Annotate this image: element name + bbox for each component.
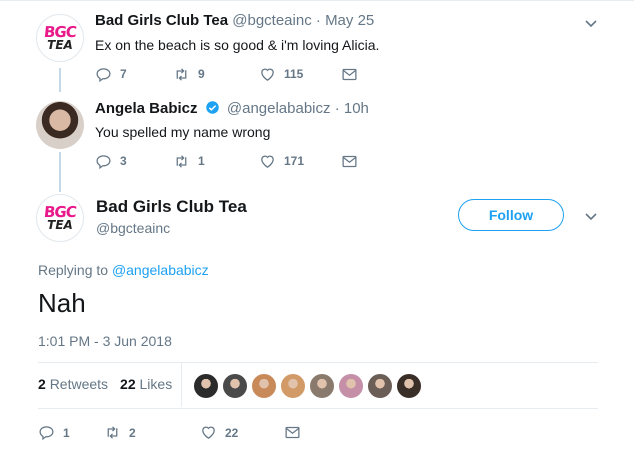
- retweet-action[interactable]: 2: [104, 424, 200, 441]
- retweet-count: 2: [129, 425, 136, 440]
- liker-avatar[interactable]: [193, 373, 219, 399]
- reply-action[interactable]: 7: [95, 66, 173, 83]
- liker-avatar[interactable]: [309, 373, 335, 399]
- likes-stat[interactable]: 22 Likes: [120, 376, 172, 392]
- tweet-header: Bad Girls Club Tea @bgcteainc · May 25: [95, 12, 374, 29]
- stats-top-divider: [38, 362, 598, 363]
- replying-to-prefix: Replying to: [38, 262, 112, 278]
- liker-avatar[interactable]: [367, 373, 393, 399]
- stats-vertical-divider: [181, 363, 182, 407]
- chevron-down-icon[interactable]: [584, 16, 598, 30]
- heart-icon: [202, 426, 215, 439]
- tweet-actions: 7 9 115: [95, 65, 358, 83]
- liker-avatar[interactable]: [251, 373, 277, 399]
- follow-button[interactable]: Follow: [458, 199, 564, 231]
- retweet-icon: [107, 426, 118, 439]
- like-count: 22: [225, 425, 239, 440]
- focused-tweet-text: Nah: [38, 288, 86, 318]
- separator-dot: ·: [315, 12, 321, 29]
- like-count: 171: [284, 154, 305, 168]
- bgc-avatar[interactable]: BGC TEA: [36, 14, 84, 62]
- reply-count: 1: [63, 425, 70, 440]
- retweet-icon: [176, 67, 187, 81]
- tweet-time[interactable]: 10h: [344, 100, 369, 117]
- tweet-angela-reply[interactable]: Angela Babicz @angelababicz · 10h You sp…: [0, 95, 634, 185]
- tweet-time[interactable]: May 25: [325, 12, 374, 29]
- focused-display-name[interactable]: Bad Girls Club Tea: [96, 197, 247, 217]
- liker-avatar[interactable]: [222, 373, 248, 399]
- retweets-stat-label: Retweets: [49, 376, 109, 392]
- angela-avatar[interactable]: [36, 101, 84, 149]
- dm-action[interactable]: [284, 424, 301, 441]
- reply-count: 7: [120, 67, 127, 81]
- replying-to: Replying to @angelababicz: [38, 262, 209, 278]
- tweet-actions: 3 1 171: [95, 152, 358, 170]
- replying-to-handle-link[interactable]: @angelababicz: [112, 262, 209, 278]
- chevron-down-icon[interactable]: [584, 209, 598, 223]
- likes-stat-label: Likes: [139, 376, 173, 392]
- retweets-stat[interactable]: 2 Retweets: [38, 376, 108, 392]
- dm-action[interactable]: [341, 153, 358, 170]
- reply-action[interactable]: 3: [95, 153, 173, 170]
- retweets-stat-count: 2: [38, 376, 46, 392]
- user-handle[interactable]: @bgcteainc: [232, 12, 311, 29]
- display-name[interactable]: Angela Babicz: [95, 100, 198, 117]
- liker-avatar[interactable]: [338, 373, 364, 399]
- display-name[interactable]: Bad Girls Club Tea: [95, 12, 228, 29]
- verified-badge-icon: [205, 101, 219, 114]
- reply-icon: [96, 154, 111, 169]
- like-count: 115: [284, 67, 304, 81]
- liker-avatar[interactable]: [396, 373, 422, 399]
- liker-avatar[interactable]: [280, 373, 306, 399]
- user-handle[interactable]: @angelababicz: [227, 100, 331, 117]
- retweet-icon: [176, 154, 187, 168]
- reply-count: 3: [120, 154, 127, 168]
- message-icon: [285, 426, 300, 439]
- focused-tweet-actions: 1 2 22: [38, 424, 301, 441]
- heart-icon: [261, 155, 274, 168]
- separator-dot: ·: [334, 100, 340, 117]
- bgc-avatar[interactable]: BGC TEA: [36, 194, 84, 242]
- like-action[interactable]: 115: [259, 66, 341, 83]
- like-action[interactable]: 171: [259, 153, 341, 170]
- message-icon: [342, 155, 357, 167]
- thread-connector: [59, 68, 61, 92]
- likers-avatar-row: [193, 373, 425, 399]
- tweet-bgc-may25[interactable]: BGC TEA Bad Girls Club Tea @bgcteainc · …: [0, 0, 634, 95]
- tweet-header: Angela Babicz @angelababicz · 10h: [95, 100, 369, 117]
- focused-user-handle[interactable]: @bgcteainc: [96, 220, 170, 236]
- dm-action[interactable]: [341, 66, 358, 83]
- retweet-action[interactable]: 1: [173, 153, 259, 170]
- retweet-count: 9: [198, 67, 205, 81]
- thread-connector: [59, 152, 61, 192]
- heart-icon: [261, 68, 274, 81]
- reply-icon: [96, 67, 111, 82]
- tweet-text: Ex on the beach is so good & i'm loving …: [95, 37, 380, 53]
- tweet-stats: 2 Retweets 22 Likes: [38, 376, 184, 392]
- focused-timestamp[interactable]: 1:01 PM - 3 Jun 2018: [38, 333, 172, 349]
- message-icon: [342, 68, 357, 80]
- avatar-logo-line1: BGC: [43, 202, 77, 221]
- reply-action[interactable]: 1: [38, 424, 104, 441]
- retweet-action[interactable]: 9: [173, 66, 259, 83]
- reply-icon: [39, 426, 54, 441]
- avatar-logo-line1: BGC: [43, 22, 77, 41]
- like-action[interactable]: 22: [200, 424, 284, 441]
- tweet-text: You spelled my name wrong: [95, 124, 271, 140]
- stats-bottom-divider: [38, 408, 598, 409]
- retweet-count: 1: [198, 154, 205, 168]
- likes-stat-count: 22: [120, 376, 136, 392]
